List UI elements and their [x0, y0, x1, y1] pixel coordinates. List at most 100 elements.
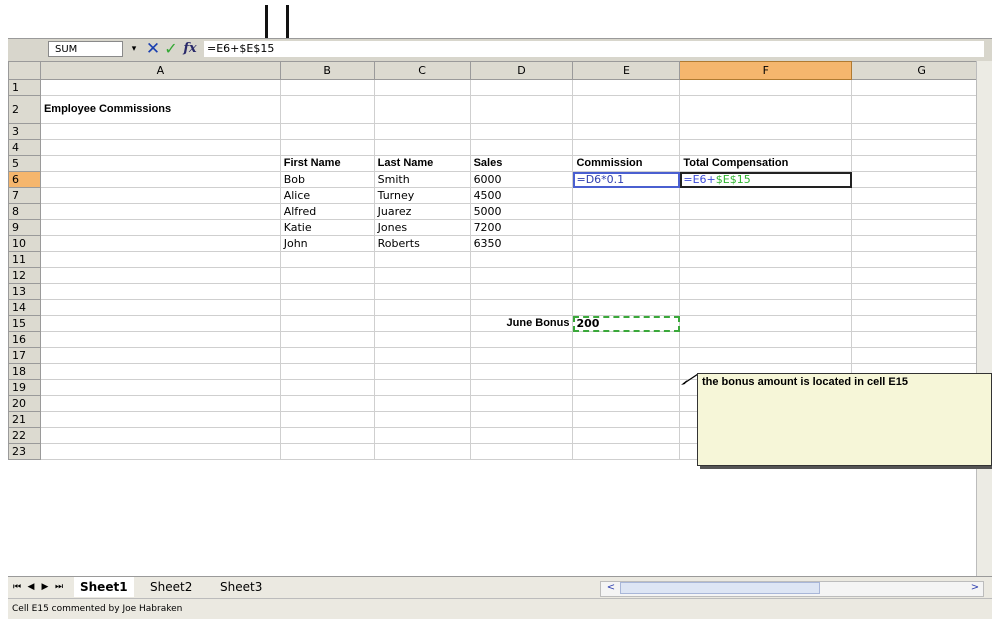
prev-sheet-nav-icon[interactable]: ◀: [25, 580, 37, 594]
cell[interactable]: [679, 219, 853, 236]
cell-a2-title[interactable]: Employee Commissions: [40, 95, 281, 124]
cell[interactable]: [470, 299, 574, 316]
cell[interactable]: [40, 283, 281, 300]
cell[interactable]: [470, 267, 574, 284]
tab-sheet3[interactable]: Sheet3: [214, 577, 268, 597]
cell-d5-sales-header[interactable]: Sales: [470, 155, 574, 172]
cell-d7[interactable]: 4500: [470, 187, 574, 204]
cell[interactable]: [40, 299, 281, 316]
tab-sheet2[interactable]: Sheet2: [144, 577, 198, 597]
row-header-1[interactable]: 1: [8, 79, 41, 96]
comment-box[interactable]: the bonus amount is located in cell E15: [697, 373, 992, 466]
cell[interactable]: [374, 331, 471, 348]
cell[interactable]: [572, 267, 681, 284]
cell-c8[interactable]: Juarez: [374, 203, 471, 220]
cell[interactable]: [470, 363, 574, 380]
cell[interactable]: [40, 139, 281, 156]
cell-c9[interactable]: Jones: [374, 219, 471, 236]
cell-b10[interactable]: John: [280, 235, 375, 252]
cell[interactable]: [851, 203, 992, 220]
cell[interactable]: [40, 331, 281, 348]
cell[interactable]: [572, 79, 681, 96]
cell[interactable]: [40, 251, 281, 268]
cancel-icon[interactable]: ✕: [144, 40, 162, 58]
cell-b5-first-name-header[interactable]: First Name: [280, 155, 375, 172]
cell[interactable]: [40, 267, 281, 284]
cell[interactable]: [851, 171, 992, 188]
cell[interactable]: [470, 379, 574, 396]
cell[interactable]: [40, 411, 281, 428]
cell[interactable]: [280, 395, 375, 412]
cell[interactable]: [572, 203, 681, 220]
cell[interactable]: [374, 363, 471, 380]
cell[interactable]: [572, 139, 681, 156]
cell[interactable]: [572, 299, 681, 316]
cell[interactable]: [572, 331, 681, 348]
cell[interactable]: [280, 379, 375, 396]
cell[interactable]: [40, 379, 281, 396]
cell-d6[interactable]: 6000: [470, 171, 574, 188]
cell[interactable]: [374, 427, 471, 444]
column-header-e[interactable]: E: [572, 61, 681, 80]
cell-b7[interactable]: Alice: [280, 187, 375, 204]
first-sheet-nav-icon[interactable]: ⏮: [11, 580, 23, 594]
cell[interactable]: [679, 139, 853, 156]
column-header-f[interactable]: F: [679, 61, 853, 80]
row-header-11[interactable]: 11: [8, 251, 41, 268]
cell-e15-bonus-value[interactable]: 200: [572, 315, 681, 332]
cell[interactable]: [851, 331, 992, 348]
cell[interactable]: [572, 411, 681, 428]
row-header-3[interactable]: 3: [8, 123, 41, 140]
row-header-19[interactable]: 19: [8, 379, 41, 396]
cell[interactable]: [374, 283, 471, 300]
cell-c6[interactable]: Smith: [374, 171, 471, 188]
cell[interactable]: [470, 251, 574, 268]
cell[interactable]: [40, 79, 281, 96]
cell-b6[interactable]: Bob: [280, 171, 375, 188]
cell[interactable]: [470, 95, 574, 124]
cell[interactable]: [572, 95, 681, 124]
cell[interactable]: [280, 299, 375, 316]
row-header-23[interactable]: 23: [8, 443, 41, 460]
cell[interactable]: [679, 79, 853, 96]
cell[interactable]: [40, 203, 281, 220]
cell[interactable]: [374, 299, 471, 316]
cell-f5-total-compensation-header[interactable]: Total Compensation: [679, 155, 853, 172]
cell[interactable]: [40, 363, 281, 380]
cell[interactable]: [851, 123, 992, 140]
cell[interactable]: [851, 299, 992, 316]
cell[interactable]: [851, 79, 992, 96]
cell[interactable]: [280, 315, 375, 332]
name-box[interactable]: SUM: [48, 41, 123, 57]
cell[interactable]: [374, 395, 471, 412]
row-header-14[interactable]: 14: [8, 299, 41, 316]
row-header-7[interactable]: 7: [8, 187, 41, 204]
cell[interactable]: [679, 267, 853, 284]
cell[interactable]: [40, 171, 281, 188]
cell-d8[interactable]: 5000: [470, 203, 574, 220]
cell[interactable]: [572, 187, 681, 204]
cell[interactable]: [470, 411, 574, 428]
tab-sheet1[interactable]: Sheet1: [74, 577, 134, 597]
cell[interactable]: [679, 187, 853, 204]
cell[interactable]: [374, 315, 471, 332]
cell[interactable]: [851, 155, 992, 172]
cell[interactable]: [470, 283, 574, 300]
column-header-a[interactable]: A: [39, 61, 281, 80]
cell[interactable]: [40, 187, 281, 204]
cell[interactable]: [280, 79, 375, 96]
cell[interactable]: [374, 79, 471, 96]
cell[interactable]: [679, 283, 853, 300]
cell[interactable]: [851, 251, 992, 268]
cell-b8[interactable]: Alfred: [280, 203, 375, 220]
cell[interactable]: [679, 299, 853, 316]
cell[interactable]: [851, 347, 992, 364]
cell[interactable]: [40, 155, 281, 172]
cell[interactable]: [470, 79, 574, 96]
row-header-12[interactable]: 12: [8, 267, 41, 284]
cell[interactable]: [572, 427, 681, 444]
cell[interactable]: [40, 235, 281, 252]
cell[interactable]: [572, 123, 681, 140]
row-header-9[interactable]: 9: [8, 219, 41, 236]
horizontal-scroll-thumb[interactable]: [620, 582, 820, 594]
